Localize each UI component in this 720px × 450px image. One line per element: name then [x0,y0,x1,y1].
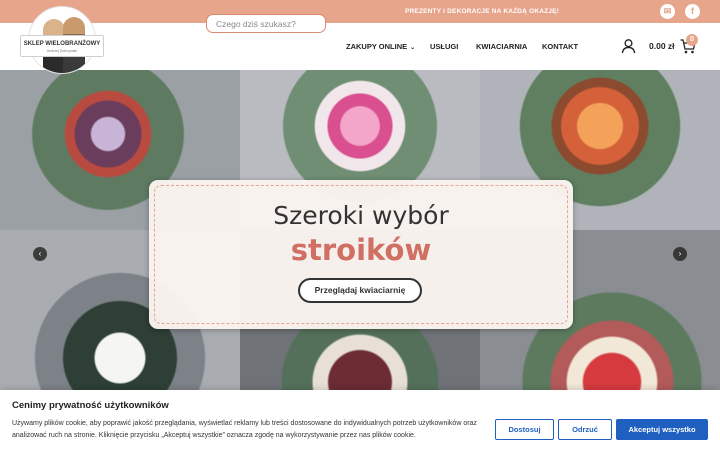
nav-item-shop-online[interactable]: ZAKUPY ONLINE ⌄ [346,23,415,70]
nav-item-services[interactable]: USŁUGI [430,23,458,70]
mail-icon[interactable]: ✉ [660,4,675,19]
nav-item-label: ZAKUPY ONLINE [346,42,408,51]
hero-heading: Szeroki wybór [273,201,449,230]
search-input[interactable] [206,14,326,33]
nav-item-florist[interactable]: KWIACIARNIA [476,23,527,70]
cart-total[interactable]: 0.00 zł [649,23,675,70]
hero-highlight: stroików [290,233,432,267]
nav-item-contact[interactable]: KONTAKT [542,23,578,70]
cookie-text: Używamy plików cookie, aby poprawić jako… [12,420,477,439]
logo-banner: SKLEP WIELOBRANŻOWY Andrzej Dobrzyński [20,35,104,57]
accept-all-button[interactable]: Akceptuj wszystko [616,419,708,440]
cart-count-badge: 0 [686,34,698,46]
cookie-title: Cenimy prywatność użytkowników [12,400,169,411]
browse-florist-button[interactable]: Przeglądaj kwiaciarnię [298,278,422,303]
customize-button[interactable]: Dostosuj [495,419,554,440]
hero-card: Szeroki wybór stroików Przeglądaj kwiaci… [149,180,573,329]
site-logo[interactable]: SKLEP WIELOBRANŻOWY Andrzej Dobrzyński [20,6,104,78]
logo-title: SKLEP WIELOBRANŻOWY [23,41,101,47]
logo-subtitle: Andrzej Dobrzyński [46,49,78,53]
slider-next-arrow-icon[interactable]: › [673,247,687,261]
chevron-down-icon: ⌄ [410,45,416,51]
facebook-icon[interactable]: f [685,4,700,19]
cookie-consent-banner: Cenimy prywatność użytkowników Używamy p… [0,390,720,450]
top-bar: PREZENTY I DEKORACJE NA KAŻDĄ OKAZJĘ! ✉ … [0,0,720,23]
promo-text: PREZENTY I DEKORACJE NA KAŻDĄ OKAZJĘ! [404,8,560,15]
hero-slider: Szeroki wybór stroików Przeglądaj kwiaci… [0,70,720,390]
user-account-icon[interactable] [621,38,636,54]
reject-button[interactable]: Odrzuć [558,419,612,440]
slider-prev-arrow-icon[interactable]: ‹ [33,247,47,261]
